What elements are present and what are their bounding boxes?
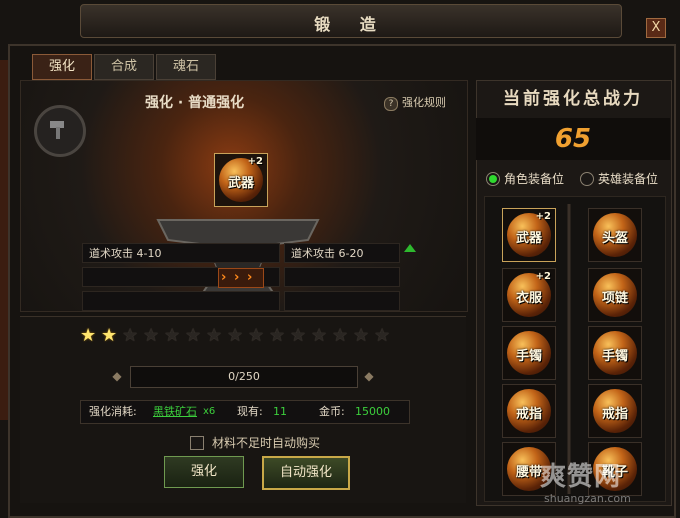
equip-slot-label: 项链 — [601, 291, 628, 306]
owned-value: 11 — [273, 405, 287, 418]
stat-before-3 — [82, 291, 280, 311]
hero-equip-radio[interactable] — [580, 172, 594, 186]
equip-slot-bracelet-right[interactable]: 手镯 — [588, 326, 642, 380]
equip-slot-necklace[interactable]: 项链 — [588, 268, 642, 322]
background-game-edge — [0, 60, 8, 420]
star-empty-icon: ★ — [269, 325, 286, 346]
equip-slot-label: 头盔 — [601, 231, 628, 246]
tab-soulstone[interactable]: 魂石 — [156, 54, 216, 80]
equip-slot-armor[interactable]: 衣服 +2 — [502, 268, 556, 322]
gold-label: 金币: — [319, 405, 345, 418]
equip-slot-bracelet-left[interactable]: 手镯 — [502, 326, 556, 380]
stat-after-1: 道术攻击 6-20 — [284, 243, 400, 263]
stat-after-3 — [284, 291, 400, 311]
star-empty-icon: ★ — [185, 325, 202, 346]
cost-item-link[interactable]: 黑铁矿石 — [153, 401, 197, 423]
equip-slot-helmet[interactable]: 头盔 — [588, 208, 642, 262]
power-value: 65 — [476, 118, 670, 160]
chain-divider-icon — [567, 204, 571, 494]
cost-qty: x6 — [203, 406, 216, 417]
equip-slot-label: 戒指 — [601, 407, 628, 422]
cost-bar: 强化消耗: 黑铁矿石 x6 现有: 11 金币: 15000 — [80, 400, 410, 424]
progress-right-ornament-icon: ◆ — [364, 369, 374, 383]
enhance-subtitle: 强化 · 普通强化 — [145, 95, 245, 111]
watermark-url: shuangzan.com — [544, 492, 631, 505]
question-icon: ? — [384, 97, 398, 111]
forge-window: 锻 造 X 强化 合成 魂石 强化 · 普通强化 ? 强化规则 武器 +2 道术攻… — [0, 0, 680, 518]
equip-slot-label: 戒指 — [515, 407, 542, 422]
rule-link[interactable]: ? 强化规则 — [384, 94, 446, 111]
watermark-logo: 爽赞网 — [540, 462, 622, 492]
increase-arrow-icon — [404, 244, 416, 252]
star-empty-icon: ★ — [248, 325, 265, 346]
enhance-progress-bar: 0/250 — [130, 366, 358, 388]
star-empty-icon: ★ — [206, 325, 223, 346]
equip-slot-ring-left[interactable]: 戒指 — [502, 384, 556, 438]
enhance-item-slot[interactable]: 武器 +2 — [214, 153, 268, 207]
star-empty-icon: ★ — [353, 325, 370, 346]
equip-slot-level: +2 — [535, 211, 551, 222]
equip-slot-level: +2 — [535, 271, 551, 282]
role-equip-radio[interactable] — [486, 172, 500, 186]
star-empty-icon: ★ — [122, 325, 139, 346]
star-empty-icon: ★ — [374, 325, 391, 346]
close-button[interactable]: X — [646, 18, 666, 38]
stat-after-2 — [284, 267, 400, 287]
window-title: 锻 造 — [314, 15, 388, 34]
equip-slot-label: 衣服 — [515, 291, 542, 306]
role-equip-label: 角色装备位 — [504, 172, 565, 186]
owned-label: 现有: — [237, 405, 263, 418]
equip-slot-label: 手镯 — [601, 349, 628, 364]
star-empty-icon: ★ — [290, 325, 307, 346]
enhance-item-level: +2 — [247, 156, 263, 167]
star-filled-icon: ★ — [80, 325, 97, 346]
hammer-icon — [50, 121, 64, 139]
star-empty-icon: ★ — [143, 325, 160, 346]
title-bar: 锻 造 — [80, 4, 622, 38]
equip-slot-label: 武器 — [515, 231, 542, 246]
hero-equip-label: 英雄装备位 — [598, 172, 659, 186]
star-filled-icon: ★ — [101, 325, 118, 346]
rule-label: 强化规则 — [402, 96, 446, 109]
equip-slot-ring-right[interactable]: 戒指 — [588, 384, 642, 438]
enhance-button[interactable]: 强化 — [164, 456, 244, 488]
gold-value: 15000 — [355, 405, 390, 418]
autobuy-label: 材料不足时自动购买 — [212, 436, 321, 450]
autobuy-checkbox[interactable] — [190, 436, 204, 450]
star-empty-icon: ★ — [332, 325, 349, 346]
upgrade-arrows-icon: › › › — [218, 268, 264, 288]
star-empty-icon: ★ — [311, 325, 328, 346]
cost-label: 强化消耗: — [89, 405, 137, 418]
equip-slot-label: 手镯 — [515, 349, 542, 364]
star-empty-icon: ★ — [164, 325, 181, 346]
progress-left-ornament-icon: ◆ — [112, 369, 122, 383]
tab-synthesize[interactable]: 合成 — [94, 54, 154, 80]
equip-slot-weapon[interactable]: 武器 +2 — [502, 208, 556, 262]
stat-before-1: 道术攻击 4-10 — [82, 243, 280, 263]
enhance-item-label: 武器 — [227, 176, 254, 191]
star-empty-icon: ★ — [227, 325, 244, 346]
hammer-button[interactable] — [34, 105, 86, 157]
tab-enhance[interactable]: 强化 — [32, 54, 92, 80]
auto-enhance-button[interactable]: 自动强化 — [262, 456, 350, 490]
power-title: 当前强化总战力 — [503, 89, 643, 109]
